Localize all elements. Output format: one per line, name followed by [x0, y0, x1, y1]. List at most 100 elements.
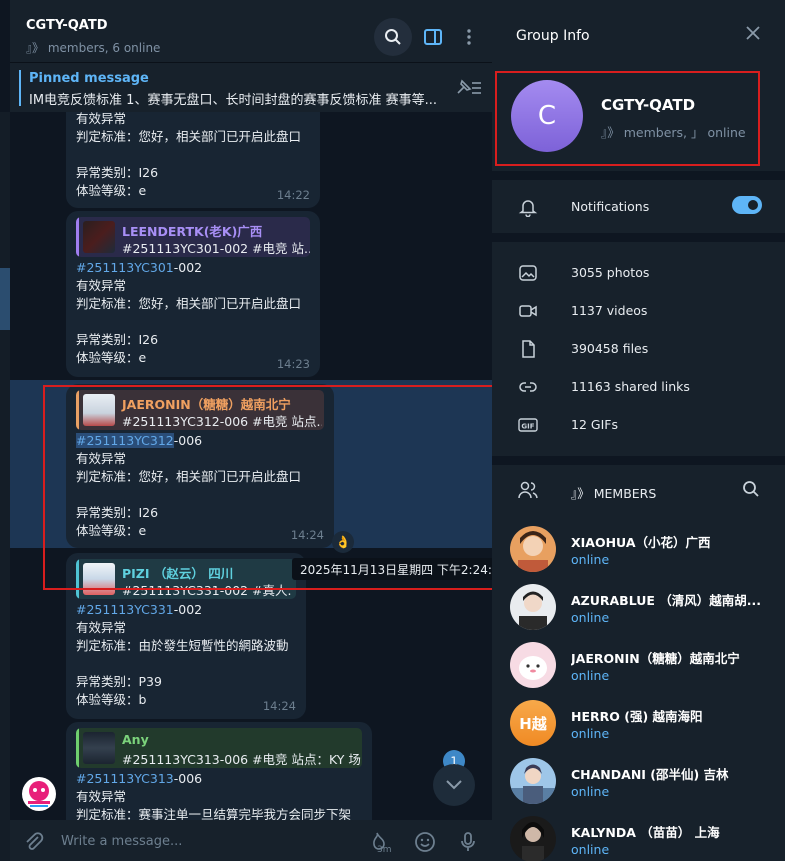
member-name: AZURABLUE （清风）越南胡...: [571, 593, 762, 608]
bell-icon: [518, 200, 538, 217]
chat-header[interactable]: CGTY-QATD 』》 members, 6 online: [10, 0, 492, 62]
attach-icon[interactable]: [22, 830, 46, 854]
member-avatar: [510, 584, 556, 630]
media-row-files[interactable]: 390458 files: [492, 330, 785, 368]
hashtag-link[interactable]: #251113YC313: [76, 771, 174, 786]
panel-title: Group Info: [516, 28, 590, 44]
toggle-knob: [746, 198, 760, 212]
member-status: online: [571, 610, 610, 625]
message-line: 判定标准：由於發生短暫性的網路波動: [76, 638, 289, 653]
media-row-photos[interactable]: 3055 photos: [492, 254, 785, 292]
microphone-icon[interactable]: [456, 830, 480, 854]
member-item[interactable]: XIAOHUA（小花）广西 online: [492, 526, 785, 584]
hashtag-link[interactable]: #251113YC301: [76, 260, 174, 275]
member-item[interactable]: KALYNDA （苗苗） 上海 online: [492, 816, 785, 861]
search-button[interactable]: [374, 18, 412, 56]
pinned-text: IM电竞反馈标准 1、赛事无盘口、长时间封盘的赛事反馈标准 赛事等...: [29, 93, 437, 108]
message-line: 判定标准：您好，相关部门已开启此盘口: [76, 296, 302, 311]
message-bubble[interactable]: Any #251113YC313-006 #电竞 站点：KY 场... #251…: [66, 722, 372, 832]
reply-author: Any: [122, 732, 149, 747]
emoji-icon[interactable]: [413, 830, 437, 854]
message-line: 有效异常: [76, 278, 127, 293]
message-line: 有效异常: [76, 111, 127, 126]
message-time: 14:24: [262, 699, 296, 713]
more-button[interactable]: [450, 18, 488, 56]
reply-text: #251113YC301-002 #电竞 站...: [122, 241, 310, 256]
side-panel-icon: [424, 29, 442, 45]
member-name: KALYNDA （苗苗） 上海: [571, 825, 720, 840]
member-item[interactable]: H越 HERRO (强) 越南海阳 online: [492, 700, 785, 758]
member-avatar-initials: H越: [519, 714, 547, 733]
notifications-label: Notifications: [571, 199, 650, 214]
close-icon[interactable]: [746, 26, 760, 40]
message-line: 异常类别：P39: [76, 674, 162, 689]
photo-icon: [519, 265, 537, 281]
pinned-message[interactable]: Pinned message IM电竞反馈标准 1、赛事无盘口、长时间封盘的赛事…: [10, 62, 492, 112]
message-line: 异常类别：I26: [76, 332, 159, 347]
divider: [492, 456, 785, 465]
tag-suffix: -002: [173, 260, 203, 275]
media-label: 1137 videos: [571, 303, 648, 318]
notifications-toggle[interactable]: [732, 196, 762, 214]
file-icon: [522, 340, 535, 358]
tag-suffix: -006: [173, 771, 203, 786]
message-line: 判定标准：您好，相关部门已开启此盘口: [76, 129, 302, 144]
pinned-label: Pinned message: [29, 71, 149, 86]
pin-list-icon: [457, 79, 481, 94]
chevron-down-icon: [446, 780, 462, 790]
message-line: 体验等级：e: [76, 183, 147, 198]
message-time: 14:23: [276, 357, 310, 371]
message-time: 14:22: [276, 188, 310, 202]
pin-list-button[interactable]: [454, 77, 482, 101]
message-bubble[interactable]: 有效异常 判定标准：您好，相关部门已开启此盘口 异常类别：I26 体验等级：e …: [66, 100, 320, 208]
sender-avatar[interactable]: [22, 777, 56, 811]
message-line: 有效异常: [76, 789, 127, 804]
reply-preview[interactable]: LEENDERTK(老K)广西 #251113YC301-002 #电竞 站..…: [76, 217, 310, 257]
member-avatar: [510, 642, 556, 688]
more-vertical-icon: [467, 29, 471, 45]
divider: [492, 233, 785, 242]
gif-icon: GIF: [518, 418, 538, 432]
message-composer[interactable]: Write a message... 3m: [10, 820, 492, 861]
message-bubble[interactable]: LEENDERTK(老K)广西 #251113YC301-002 #电竞 站..…: [66, 211, 320, 377]
message-line: [76, 655, 296, 673]
media-label: 11163 shared links: [571, 379, 690, 394]
media-row-videos[interactable]: 1137 videos: [492, 292, 785, 330]
reply-preview[interactable]: Any #251113YC313-006 #电竞 站点：KY 场...: [76, 728, 362, 768]
member-item[interactable]: CHANDANI (邵半仙) 吉林 online: [492, 758, 785, 816]
member-name: XIAOHUA（小花）广西: [571, 535, 711, 550]
member-avatar: [510, 526, 556, 572]
message-line: [76, 313, 310, 331]
member-name: JAERONIN（糖糖）越南北宁: [571, 651, 740, 666]
member-status: online: [571, 784, 610, 799]
member-item[interactable]: JAERONIN（糖糖）越南北宁 online: [492, 642, 785, 700]
message-line: 体验等级：e: [76, 350, 147, 365]
message-line: #251113YC313-006: [76, 770, 362, 788]
member-status: online: [571, 842, 610, 857]
svg-text:GIF: GIF: [521, 422, 534, 430]
message-line: #251113YC301-002: [76, 259, 310, 277]
link-icon: [519, 382, 537, 392]
members-header: 』》 MEMBERS: [571, 486, 657, 501]
search-icon: [385, 29, 401, 45]
members-search-icon[interactable]: [742, 480, 760, 498]
media-row-gifs[interactable]: GIF 12 GIFs: [492, 406, 785, 444]
media-row-links[interactable]: 11163 shared links: [492, 368, 785, 406]
hashtag-link[interactable]: #251113YC331: [76, 602, 174, 617]
media-label: 390458 files: [571, 341, 649, 356]
scroll-down-button[interactable]: [433, 764, 475, 806]
reply-bar: [76, 728, 79, 768]
member-item[interactable]: AZURABLUE （清风）越南胡... online: [492, 584, 785, 642]
members-icon: [518, 481, 538, 499]
message-line: 异常类别：I26: [76, 165, 159, 180]
chat-list-strip[interactable]: [0, 112, 10, 861]
member-avatar: [510, 816, 556, 861]
member-avatar: H越: [510, 700, 556, 746]
message-line: 有效异常: [76, 620, 127, 635]
side-panel-button[interactable]: [414, 18, 452, 56]
reply-thumbnail: [83, 221, 115, 253]
message-input[interactable]: Write a message...: [61, 834, 182, 849]
member-name: CHANDANI (邵半仙) 吉林: [571, 767, 729, 782]
message-line: #251113YC331-002: [76, 601, 296, 619]
highlight-annotation-box: [43, 385, 492, 590]
